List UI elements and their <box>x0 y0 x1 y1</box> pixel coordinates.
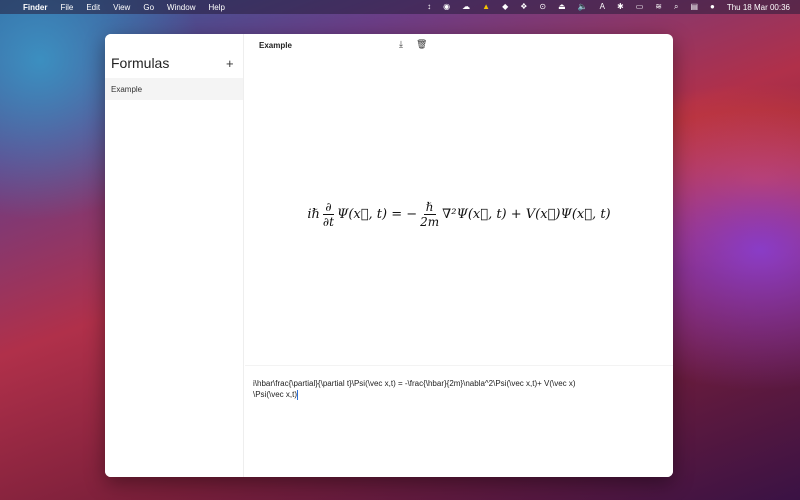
partial-fraction: ∂ ∂t <box>323 200 334 229</box>
menu-edit[interactable]: Edit <box>86 3 100 12</box>
eject-icon[interactable]: ⏏ <box>558 3 566 11</box>
fraction-numerator: ℏ <box>423 199 436 215</box>
math-rest: ∇²Ψ(x⃗, t) + V(x⃗)Ψ(x⃗, t) <box>442 206 611 222</box>
hbar-fraction: ℏ 2m <box>420 200 439 229</box>
menu-app-finder[interactable]: Finder <box>23 3 47 12</box>
play-status-icon[interactable]: ⊙ <box>539 3 546 11</box>
menu-file[interactable]: File <box>60 3 73 12</box>
math-psi: Ψ(x⃗, t) = − <box>336 206 418 222</box>
menu-window[interactable]: Window <box>167 3 195 12</box>
fraction-numerator: ∂ <box>323 199 334 215</box>
fraction-denominator: 2m <box>420 214 440 229</box>
control-center-icon[interactable]: ▤ <box>690 3 698 11</box>
math-prefix: iℏ <box>307 206 320 222</box>
spotlight-search-icon[interactable]: ⌕ <box>674 3 678 11</box>
dropbox-icon[interactable]: ❖ <box>520 3 527 11</box>
resize-status-icon[interactable]: ↕ <box>427 3 431 11</box>
drive-status-icon[interactable]: ▲ <box>482 3 490 11</box>
menu-view[interactable]: View <box>113 3 130 12</box>
shield-status-icon[interactable]: ◆ <box>502 3 508 11</box>
sidebar-title: Formulas <box>111 55 170 71</box>
sidebar-item-example[interactable]: Example <box>105 78 243 100</box>
trash-icon[interactable]: 🗑 <box>416 39 427 50</box>
bluetooth-icon[interactable]: ✱ <box>617 3 624 11</box>
add-formula-button[interactable]: + <box>226 56 234 71</box>
menu-help[interactable]: Help <box>208 3 224 12</box>
text-caret <box>297 389 299 400</box>
volume-icon[interactable]: 🔈 <box>578 3 588 11</box>
fraction-denominator: ∂t <box>322 214 334 229</box>
formulas-window: Formulas + Example Example ⤓ 🗑 iℏ ∂ ∂t Ψ… <box>105 34 673 477</box>
latex-source[interactable]: i\hbar\frac{\partial}{\partial t}\Psi(\v… <box>253 379 576 399</box>
main-pane: Example ⤓ 🗑 iℏ ∂ ∂t Ψ(x⃗, t) = − ℏ 2m ∇²… <box>245 34 673 477</box>
cloud-status-icon[interactable]: ☁ <box>462 3 470 11</box>
app-status-icon[interactable]: ◉ <box>443 3 450 11</box>
menu-go[interactable]: Go <box>143 3 154 12</box>
menu-bar: Finder File Edit View Go Window Help ↕ ◉… <box>0 0 800 14</box>
formula-preview: iℏ ∂ ∂t Ψ(x⃗, t) = − ℏ 2m ∇²Ψ(x⃗, t) + V… <box>245 64 673 364</box>
battery-icon[interactable]: ▭ <box>636 3 644 11</box>
wifi-icon[interactable]: ≋ <box>655 3 662 11</box>
download-icon[interactable]: ⤓ <box>399 39 403 50</box>
input-source-icon[interactable]: A <box>600 3 605 11</box>
siri-icon[interactable]: ● <box>710 3 715 11</box>
latex-editor[interactable]: i\hbar\frac{\partial}{\partial t}\Psi(\v… <box>245 365 673 477</box>
clock[interactable]: Thu 18 Mar 00:36 <box>727 3 790 12</box>
formula-title: Example <box>259 41 292 50</box>
sidebar: Formulas + Example <box>105 34 244 477</box>
